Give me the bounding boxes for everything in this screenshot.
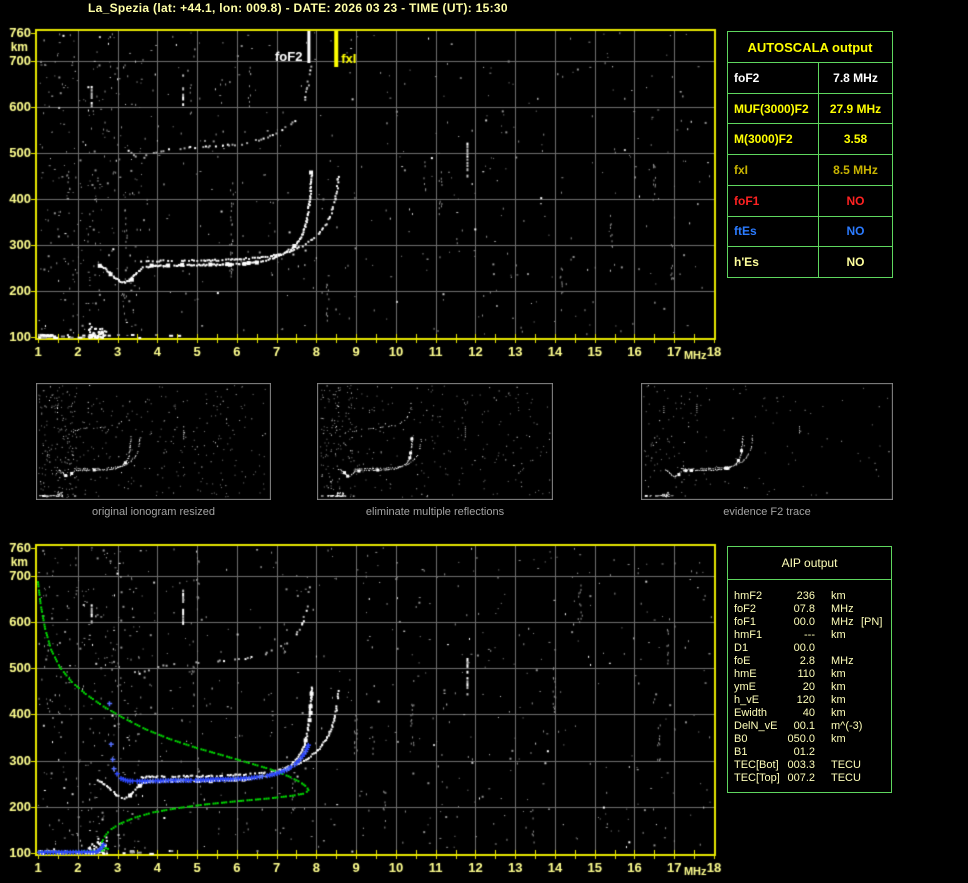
- table-row: hmF2236km: [728, 590, 891, 603]
- table-row: M(3000)F2 3.58: [728, 124, 892, 155]
- param-label: h'Es: [728, 247, 819, 277]
- param-label: fxI: [728, 155, 819, 185]
- param-value: 27.9 MHz: [819, 94, 892, 124]
- autoscala-table-title: AUTOSCALA output: [728, 32, 892, 63]
- table-row: foF2 7.8 MHz: [728, 63, 892, 94]
- table-row: foE2.8MHz: [728, 655, 891, 668]
- autoscala-screen: La_Spezia (lat: +44.1, lon: 009.8) - DAT…: [0, 0, 968, 883]
- thumbnail-evidence-f2-trace: [641, 383, 893, 500]
- bottom-profile-plot: [0, 537, 725, 883]
- table-row: foF207.8MHz: [728, 603, 891, 616]
- table-row: Ewidth40km: [728, 707, 891, 720]
- param-value: 8.5 MHz: [819, 155, 892, 185]
- table-row: h_vE120km: [728, 694, 891, 707]
- table-row: hmE110km: [728, 668, 891, 681]
- table-row: TEC[Top]007.2TECU: [728, 772, 891, 785]
- table-row: h'Es NO: [728, 247, 892, 277]
- param-value: NO: [819, 247, 892, 277]
- table-row: B0050.0km: [728, 733, 891, 746]
- table-row: TEC[Bot]003.3TECU: [728, 759, 891, 772]
- table-row: fxI 8.5 MHz: [728, 155, 892, 186]
- aip-output-table: AIP output hmF2236km foF207.8MHz foF100.…: [727, 546, 892, 793]
- param-value: 7.8 MHz: [819, 63, 892, 93]
- table-row: ftEs NO: [728, 217, 892, 248]
- divider: [728, 579, 891, 580]
- table-row: MUF(3000)F2 27.9 MHz: [728, 94, 892, 125]
- table-row: foF100.0MHz[PN]: [728, 616, 891, 629]
- param-value: NO: [819, 186, 892, 216]
- param-label: MUF(3000)F2: [728, 94, 819, 124]
- param-label: foF2: [728, 63, 819, 93]
- thumbnail-caption: eliminate multiple reflections: [317, 506, 553, 518]
- thumbnail-original-ionogram: [36, 383, 271, 500]
- table-row: D100.0: [728, 642, 891, 655]
- param-label: foF1: [728, 186, 819, 216]
- param-value: NO: [819, 217, 892, 247]
- table-row: DelN_vE00.1m^(-3): [728, 720, 891, 733]
- param-value: 3.58: [819, 124, 892, 154]
- autoscala-output-table: AUTOSCALA output foF2 7.8 MHz MUF(3000)F…: [727, 31, 893, 278]
- table-row: ymE20km: [728, 681, 891, 694]
- table-row: hmF1---km: [728, 629, 891, 642]
- table-row: B101.2: [728, 746, 891, 759]
- thumbnail-caption: original ionogram resized: [36, 506, 271, 518]
- aip-table-title: AIP output: [728, 556, 891, 570]
- table-row: foF1 NO: [728, 186, 892, 217]
- station-title: La_Spezia (lat: +44.1, lon: 009.8) - DAT…: [88, 1, 508, 15]
- param-label: M(3000)F2: [728, 124, 819, 154]
- top-ionogram-plot: [0, 20, 725, 370]
- thumbnail-caption: evidence F2 trace: [641, 506, 893, 518]
- param-label: ftEs: [728, 217, 819, 247]
- thumbnail-eliminate-reflections: [317, 383, 553, 500]
